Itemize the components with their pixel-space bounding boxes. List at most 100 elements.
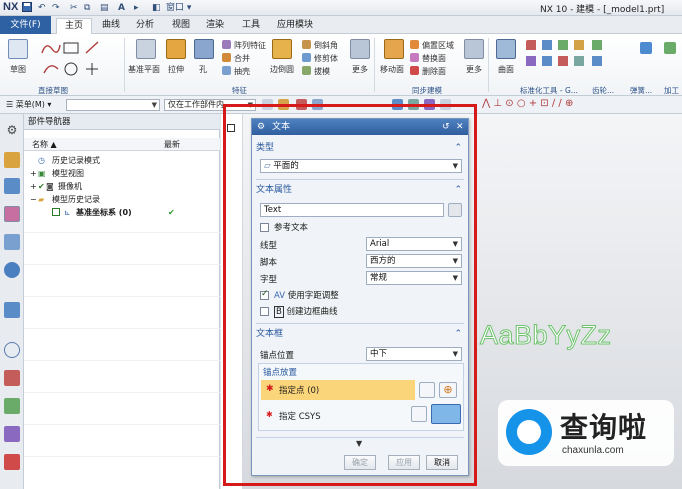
apply-button[interactable]: 应用 bbox=[388, 455, 420, 470]
hd3d-tools-icon[interactable] bbox=[4, 262, 20, 278]
more-options-chevron-icon[interactable]: ▼ bbox=[356, 439, 362, 448]
datum-plane-icon[interactable] bbox=[136, 39, 156, 59]
part-navigator-icon[interactable] bbox=[4, 206, 20, 222]
tree-row-model-history[interactable]: − ▰ 模型历史记录 bbox=[24, 193, 220, 206]
reference-text-checkbox[interactable] bbox=[260, 223, 269, 232]
trim-body-icon[interactable] bbox=[302, 53, 311, 62]
manufacturing-wizard-icon[interactable] bbox=[4, 426, 20, 442]
save-icon[interactable] bbox=[22, 2, 32, 14]
dialog-gear-icon[interactable]: ⚙ bbox=[257, 119, 265, 135]
undo-icon[interactable]: ↶ bbox=[38, 2, 46, 14]
text-properties-header[interactable]: 文本属性 ⌃ bbox=[256, 183, 464, 197]
offset-region-label[interactable]: 偏置区域 bbox=[422, 40, 454, 51]
paste-icon[interactable]: ▤ bbox=[100, 2, 109, 14]
script-select[interactable]: 西方的 ▼ bbox=[366, 254, 462, 268]
select-filter-icon[interactable] bbox=[278, 99, 289, 110]
sketch-curve-tools[interactable] bbox=[40, 39, 116, 79]
expand-icon[interactable]: + bbox=[30, 180, 37, 193]
expand-icon[interactable]: + bbox=[30, 167, 37, 180]
kerning-checkbox[interactable] bbox=[260, 289, 269, 300]
history-clock-icon[interactable] bbox=[4, 342, 20, 358]
unite-label[interactable]: 合并 bbox=[234, 53, 250, 64]
touch-mode-icon[interactable]: ◧ bbox=[152, 2, 161, 14]
view-orient-icon[interactable] bbox=[392, 99, 403, 110]
font-select[interactable]: Arial ▼ bbox=[366, 237, 462, 251]
window-menu[interactable]: 窗口 ▾ bbox=[166, 2, 191, 14]
ok-button[interactable]: 确定 bbox=[344, 455, 376, 470]
tab-curve[interactable]: 曲线 bbox=[96, 18, 126, 34]
standard-tools-icons[interactable] bbox=[526, 40, 610, 76]
pattern-feature-icon[interactable] bbox=[222, 40, 231, 49]
tab-home[interactable]: 主页 bbox=[56, 18, 92, 34]
sketch-icon[interactable] bbox=[8, 39, 28, 59]
selection-scope-combo[interactable]: 仅在工作部件内 ▼ bbox=[164, 99, 256, 111]
snap-point-icon[interactable] bbox=[262, 99, 273, 110]
inferred-point-icon[interactable]: ⊕ bbox=[439, 382, 457, 398]
draft-label[interactable]: 拔模 bbox=[314, 66, 330, 77]
tab-view[interactable]: 视图 bbox=[166, 18, 196, 34]
csys-dialog-icon[interactable] bbox=[411, 406, 427, 422]
spring-icon[interactable] bbox=[640, 42, 652, 54]
unite-icon[interactable] bbox=[222, 53, 231, 62]
web-browser-icon[interactable] bbox=[4, 302, 20, 318]
copy-icon[interactable]: ⧉ bbox=[84, 2, 90, 14]
anchor-position-select[interactable]: 中下 ▼ bbox=[366, 347, 462, 361]
shell-label[interactable]: 抽壳 bbox=[234, 66, 250, 77]
settings-gear-icon[interactable]: ⚙ bbox=[4, 122, 20, 138]
layer-icon[interactable] bbox=[424, 99, 435, 110]
move-face-icon[interactable] bbox=[384, 39, 404, 59]
tree-row-datum-csys[interactable]: ⊾ 基准坐标系 (0) ✔ bbox=[24, 206, 220, 219]
more-features-icon[interactable] bbox=[350, 39, 370, 59]
process-studio-icon[interactable] bbox=[4, 398, 20, 414]
assembly-navigator-icon[interactable] bbox=[4, 152, 20, 168]
specify-point-row[interactable]: ✱ 指定点 (0) bbox=[261, 380, 415, 400]
type-section-header[interactable]: 类型 ⌃ bbox=[256, 141, 464, 155]
point-dialog-icon[interactable] bbox=[419, 382, 435, 398]
file-menu-tab[interactable]: 文件(F) bbox=[0, 16, 51, 34]
constraint-navigator-icon[interactable] bbox=[4, 178, 20, 194]
outline-curve-checkbox[interactable] bbox=[260, 307, 269, 316]
close-icon[interactable]: ✕ bbox=[456, 119, 464, 135]
cut-icon[interactable]: ✂ bbox=[70, 2, 78, 14]
redo-icon[interactable]: ↷ bbox=[52, 2, 60, 14]
extrude-icon[interactable] bbox=[166, 39, 186, 59]
delete-face-icon[interactable] bbox=[410, 66, 419, 75]
tab-applications[interactable]: 应用模块 bbox=[270, 18, 320, 34]
hole-icon[interactable] bbox=[194, 39, 214, 59]
surface-icon[interactable] bbox=[496, 39, 516, 59]
roles-icon[interactable] bbox=[4, 454, 20, 470]
shell-icon[interactable] bbox=[222, 66, 231, 75]
window-restore-icon[interactable] bbox=[227, 124, 235, 132]
type-filter-combo[interactable]: ▼ bbox=[66, 99, 160, 111]
tab-analysis[interactable]: 分析 bbox=[130, 18, 160, 34]
tree-row-history-mode[interactable]: ◷ 历史记录模式 bbox=[24, 154, 220, 167]
wcs-icon[interactable] bbox=[440, 99, 451, 110]
tree-row-cameras[interactable]: + ✔ ◙ 摄像机 bbox=[24, 180, 220, 193]
text-editor-icon[interactable] bbox=[448, 203, 462, 217]
draft-icon[interactable] bbox=[302, 66, 311, 75]
visibility-checkbox[interactable] bbox=[52, 208, 60, 216]
top-menu-button[interactable]: ☰ 菜单(M) ▾ bbox=[6, 99, 51, 110]
offset-region-icon[interactable] bbox=[410, 40, 419, 49]
csys-select-icon[interactable] bbox=[431, 404, 461, 424]
system-materials-icon[interactable] bbox=[4, 370, 20, 386]
replace-face-icon[interactable] bbox=[410, 53, 419, 62]
render-style-icon[interactable] bbox=[408, 99, 419, 110]
process-icon[interactable] bbox=[664, 42, 676, 54]
type-select[interactable]: ▱ 平面的 ▼ bbox=[260, 159, 462, 173]
trim-body-label[interactable]: 修剪体 bbox=[314, 53, 338, 64]
reuse-library-icon[interactable] bbox=[4, 234, 20, 250]
cancel-button[interactable]: 取消 bbox=[426, 455, 458, 470]
edge-blend-icon[interactable] bbox=[272, 39, 292, 59]
deselect-icon[interactable] bbox=[296, 99, 307, 110]
tree-row-model-views[interactable]: + ▣ 模型视图 bbox=[24, 167, 220, 180]
collapse-icon[interactable]: − bbox=[30, 193, 37, 206]
column-name-header[interactable]: 名称 ▲ bbox=[32, 138, 57, 151]
tab-render[interactable]: 渲染 bbox=[200, 18, 230, 34]
text-format-icon[interactable]: A bbox=[118, 2, 125, 14]
delete-face-label[interactable]: 删除面 bbox=[422, 66, 446, 77]
replace-face-label[interactable]: 替换面 bbox=[422, 53, 446, 64]
repeat-command-icon[interactable]: ▸ bbox=[134, 2, 139, 14]
snap-tools-icons[interactable]: ⋀ ⊥ ⊙ ○ + ⊡ ∕ ∕ ⊕ bbox=[482, 98, 573, 109]
more-sync-icon[interactable] bbox=[464, 39, 484, 59]
